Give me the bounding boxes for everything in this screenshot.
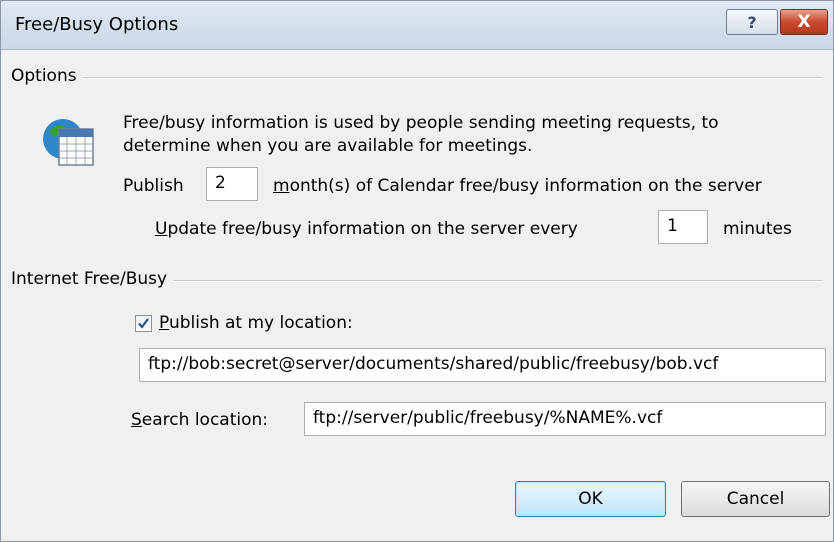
search-location-label: Search location: [131, 410, 268, 430]
publish-location-input[interactable]: ftp://bob:secret@server/documents/shared… [139, 348, 826, 382]
title-bar: Free/Busy Options ? X [1, 1, 833, 50]
calendar-globe-icon [39, 113, 99, 173]
update-prefix-label: Update free/busy information on the serv… [155, 219, 578, 239]
options-separator [15, 77, 823, 79]
help-button[interactable]: ? [726, 9, 778, 35]
internet-group-label: Internet Free/Busy [11, 269, 174, 289]
dialog-title: Free/Busy Options [15, 14, 179, 35]
options-description-line2: determine when you are available for mee… [123, 136, 533, 156]
publish-prefix-label: Publish [123, 176, 184, 196]
update-minutes-value: 1 [667, 216, 678, 236]
ok-button[interactable]: OK [515, 481, 666, 517]
publish-location-value: ftp://bob:secret@server/documents/shared… [148, 354, 719, 374]
publish-location-checkbox[interactable] [135, 315, 152, 332]
help-icon: ? [747, 12, 757, 32]
cancel-button[interactable]: Cancel [681, 481, 830, 517]
options-description-line1: Free/busy information is used by people … [123, 113, 719, 133]
ok-button-label: OK [578, 489, 603, 509]
options-group-label: Options [11, 66, 83, 86]
checkmark-icon [138, 318, 149, 329]
cancel-button-label: Cancel [726, 489, 785, 509]
publish-months-input[interactable]: 2 [206, 167, 258, 201]
free-busy-options-dialog: Free/Busy Options ? X Options Free/busy … [0, 0, 834, 542]
update-minutes-input[interactable]: 1 [658, 210, 708, 244]
publish-suffix-label: month(s) of Calendar free/busy informati… [273, 176, 762, 196]
close-icon: X [797, 12, 811, 32]
publish-months-value: 2 [215, 173, 226, 193]
close-button[interactable]: X [780, 9, 828, 35]
update-suffix-label: minutes [723, 219, 792, 239]
search-location-input[interactable]: ftp://server/public/freebusy/%NAME%.vcf [304, 402, 826, 436]
search-location-value: ftp://server/public/freebusy/%NAME%.vcf [313, 408, 663, 428]
publish-location-label[interactable]: Publish at my location: [159, 313, 353, 333]
